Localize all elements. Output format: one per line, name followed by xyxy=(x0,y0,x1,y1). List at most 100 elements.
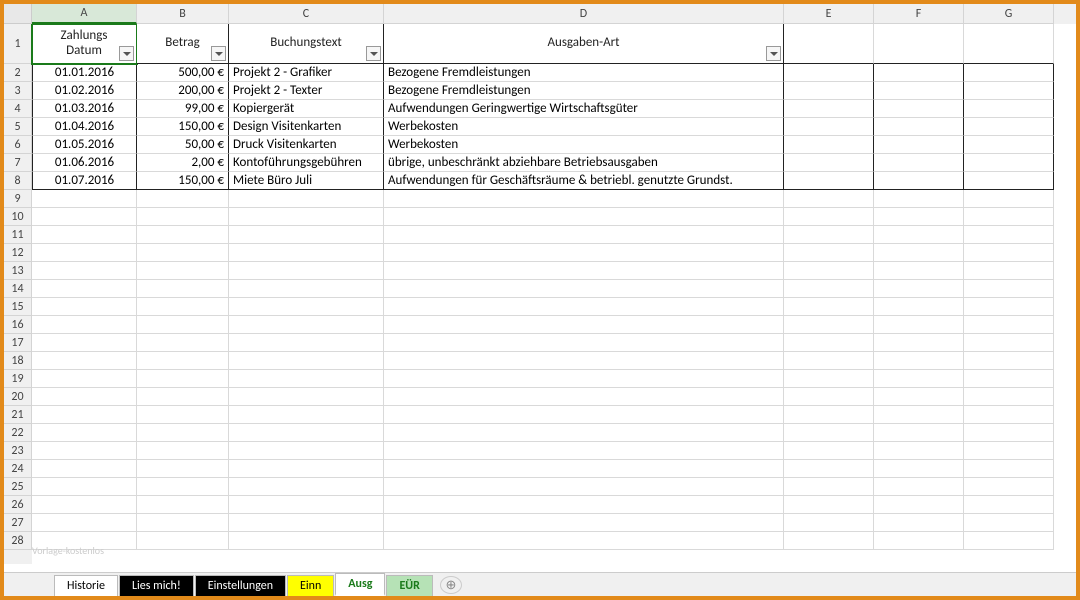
cell[interactable] xyxy=(229,298,384,316)
cell-text[interactable]: Projekt 2 - Grafiker xyxy=(229,64,384,82)
cell[interactable] xyxy=(384,190,784,208)
cell[interactable] xyxy=(964,136,1054,154)
cell[interactable] xyxy=(784,298,874,316)
col-header-E[interactable]: E xyxy=(784,4,874,24)
cell[interactable] xyxy=(229,262,384,280)
cell[interactable] xyxy=(137,208,229,226)
cell[interactable] xyxy=(964,514,1054,532)
cell[interactable] xyxy=(137,442,229,460)
row-header-19[interactable]: 19 xyxy=(4,370,32,388)
cell[interactable] xyxy=(874,334,964,352)
cell[interactable] xyxy=(784,370,874,388)
col-header-G[interactable]: G xyxy=(964,4,1054,24)
cell[interactable] xyxy=(964,172,1054,190)
cell[interactable] xyxy=(784,442,874,460)
cell[interactable] xyxy=(32,244,137,262)
row-header-21[interactable]: 21 xyxy=(4,406,32,424)
cell[interactable] xyxy=(137,190,229,208)
cell[interactable] xyxy=(32,406,137,424)
cell[interactable] xyxy=(229,514,384,532)
row-header-22[interactable]: 22 xyxy=(4,424,32,442)
row-header-1[interactable]: 1 xyxy=(4,24,32,64)
cell[interactable] xyxy=(229,424,384,442)
cell[interactable] xyxy=(874,118,964,136)
cell-text[interactable]: Projekt 2 - Texter xyxy=(229,82,384,100)
cell[interactable] xyxy=(784,334,874,352)
cell[interactable] xyxy=(384,298,784,316)
cell[interactable] xyxy=(784,244,874,262)
cell[interactable] xyxy=(384,244,784,262)
cell[interactable] xyxy=(964,154,1054,172)
col-header-B[interactable]: B xyxy=(137,4,229,24)
cell[interactable] xyxy=(32,280,137,298)
row-header-26[interactable]: 26 xyxy=(4,496,32,514)
row-header-10[interactable]: 10 xyxy=(4,208,32,226)
cell-amount[interactable]: 150,00 € xyxy=(137,172,229,190)
cell[interactable] xyxy=(784,280,874,298)
cell[interactable] xyxy=(964,352,1054,370)
cell[interactable] xyxy=(784,514,874,532)
row-header-17[interactable]: 17 xyxy=(4,334,32,352)
row-header-23[interactable]: 23 xyxy=(4,442,32,460)
cell[interactable] xyxy=(137,370,229,388)
cell[interactable] xyxy=(874,370,964,388)
cell[interactable] xyxy=(32,262,137,280)
cell[interactable] xyxy=(964,406,1054,424)
cell[interactable] xyxy=(32,226,137,244)
row-header-20[interactable]: 20 xyxy=(4,388,32,406)
row-header-7[interactable]: 7 xyxy=(4,154,32,172)
cell-text[interactable]: Miete Büro Juli xyxy=(229,172,384,190)
cell[interactable] xyxy=(964,442,1054,460)
cell[interactable] xyxy=(229,370,384,388)
filter-dropdown-icon[interactable] xyxy=(366,46,381,61)
filter-dropdown-icon[interactable] xyxy=(211,46,226,61)
cell[interactable] xyxy=(964,64,1054,82)
cell[interactable] xyxy=(874,424,964,442)
cell[interactable] xyxy=(964,226,1054,244)
cell[interactable] xyxy=(384,442,784,460)
cell[interactable] xyxy=(137,316,229,334)
row-header-12[interactable]: 12 xyxy=(4,244,32,262)
cell[interactable] xyxy=(229,352,384,370)
cell[interactable] xyxy=(964,24,1054,64)
cell[interactable] xyxy=(964,82,1054,100)
cell[interactable] xyxy=(874,442,964,460)
cell-date[interactable]: 01.01.2016 xyxy=(32,64,137,82)
cell-area[interactable]: Zahlungs Datum Betrag Buchungstext Ausga… xyxy=(32,24,1076,564)
cell[interactable] xyxy=(229,190,384,208)
cell[interactable] xyxy=(229,226,384,244)
cell[interactable] xyxy=(229,406,384,424)
cell[interactable] xyxy=(137,244,229,262)
cell[interactable] xyxy=(784,532,874,550)
cell-date[interactable]: 01.05.2016 xyxy=(32,136,137,154)
cell[interactable] xyxy=(784,496,874,514)
cell[interactable] xyxy=(964,298,1054,316)
cell-text[interactable]: Kontoführungsgebühren xyxy=(229,154,384,172)
cell[interactable] xyxy=(784,136,874,154)
cell[interactable] xyxy=(137,280,229,298)
cell[interactable] xyxy=(384,316,784,334)
cell-type[interactable]: Bezogene Fremdleistungen xyxy=(384,82,784,100)
row-header-2[interactable]: 2 xyxy=(4,64,32,82)
cell[interactable] xyxy=(32,478,137,496)
row-header-11[interactable]: 11 xyxy=(4,226,32,244)
cell[interactable] xyxy=(784,64,874,82)
row-header-16[interactable]: 16 xyxy=(4,316,32,334)
cell[interactable] xyxy=(137,226,229,244)
cell[interactable] xyxy=(964,244,1054,262)
cell[interactable] xyxy=(384,208,784,226)
cell-amount[interactable]: 500,00 € xyxy=(137,64,229,82)
cell[interactable] xyxy=(784,24,874,64)
cell[interactable] xyxy=(784,316,874,334)
row-header-9[interactable]: 9 xyxy=(4,190,32,208)
cell[interactable] xyxy=(784,226,874,244)
cell[interactable] xyxy=(137,352,229,370)
cell[interactable] xyxy=(137,514,229,532)
cell[interactable] xyxy=(32,442,137,460)
cell[interactable] xyxy=(384,334,784,352)
row-header-13[interactable]: 13 xyxy=(4,262,32,280)
cell-amount[interactable]: 2,00 € xyxy=(137,154,229,172)
cell[interactable] xyxy=(32,208,137,226)
cell[interactable] xyxy=(784,388,874,406)
row-header-28[interactable]: 28 xyxy=(4,532,32,550)
